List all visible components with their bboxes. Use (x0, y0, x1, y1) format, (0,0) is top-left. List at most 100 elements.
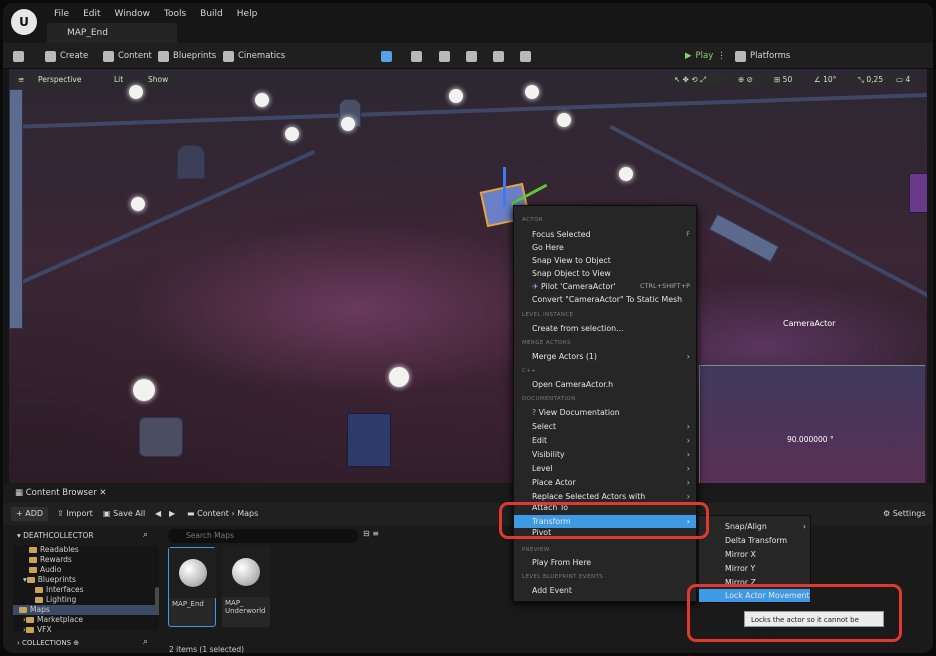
menu-item-place-actor[interactable]: Place Actor › (514, 476, 696, 489)
menu-item-focus-selected[interactable]: Focus Selected F (514, 228, 696, 241)
asset-tile-selected[interactable]: MAP_End (168, 547, 217, 627)
tree-item[interactable]: Interfaces (13, 585, 159, 595)
tree-item[interactable]: Rewards (13, 555, 159, 565)
menu-tools[interactable]: Tools (157, 7, 193, 21)
menu-window[interactable]: Window (108, 7, 158, 21)
point-light-icon[interactable] (285, 127, 299, 141)
level-viewport[interactable]: ≡ Perspective Lit Show ↖ ✥ ⟲ ⤢ ⊕ ⊘ ⊞ 50 … (9, 69, 927, 483)
viewport-menu-button[interactable]: ≡ (13, 73, 29, 86)
breadcrumb-content[interactable]: Content (197, 509, 229, 518)
add-button[interactable]: + ADD (11, 507, 49, 521)
collections-header[interactable]: › COLLECTIONS ⊕ (17, 639, 79, 647)
submenu-item-mirror-y[interactable]: Mirror Y (699, 562, 810, 575)
point-light-icon[interactable] (255, 93, 269, 107)
blueprints-button[interactable]: Blueprints (158, 49, 216, 63)
filter-icon[interactable]: ⊟ ≡ (363, 529, 379, 538)
collections-search-icon[interactable]: ⌕ (143, 637, 148, 647)
rotation-snap-label: 10° (823, 75, 837, 84)
tree-scrollbar[interactable] (155, 587, 159, 615)
camera-actor-label: CameraActor (783, 319, 836, 328)
menu-item-level[interactable]: Level › (514, 462, 696, 475)
fracture-mode-button[interactable] (520, 49, 531, 63)
rotation-snap-value[interactable]: ∠ 10° (809, 73, 842, 86)
save-all-button[interactable]: ▣ Save All (103, 507, 145, 521)
settings-button[interactable]: ⚙ Settings (883, 507, 926, 521)
history-forward-icon[interactable]: ▶ (169, 507, 175, 521)
menu-help[interactable]: Help (230, 7, 265, 21)
tree-item[interactable]: › VFX (13, 625, 159, 635)
cinematics-button[interactable]: Cinematics (223, 49, 285, 63)
menu-build[interactable]: Build (193, 7, 230, 21)
asset-tile[interactable]: MAP_ Underworld (222, 547, 270, 627)
menu-item-open-header[interactable]: Open CameraActor.h (514, 378, 696, 391)
content-browser-tab[interactable]: ▦ Content Browser ✕ (9, 485, 107, 501)
camera-speed-value[interactable]: ▭ 4 (891, 73, 916, 86)
landscape-mode-button[interactable] (411, 49, 422, 63)
actor-context-menu: ACTOR Focus Selected F Go Here Snap View … (513, 205, 697, 602)
select-mode-button[interactable] (381, 49, 392, 63)
menu-item-go-here[interactable]: Go Here (514, 241, 696, 254)
play-button[interactable]: ▶ Play ⋮ (685, 49, 726, 63)
modeling-mode-button[interactable] (493, 49, 504, 63)
folder-icon (26, 577, 35, 583)
menu-file[interactable]: File (47, 7, 76, 21)
map-tab[interactable]: MAP_End (47, 23, 177, 43)
submenu-item-snap-align[interactable]: Snap/Align › (699, 520, 810, 533)
lit-button[interactable]: Lit (109, 73, 129, 86)
point-light-icon[interactable] (449, 89, 463, 103)
coord-space-toggle[interactable]: ⊕ ⊘ (733, 73, 763, 86)
history-back-icon[interactable]: ◀ (155, 507, 161, 521)
create-button[interactable]: Create (45, 49, 88, 63)
show-button[interactable]: Show (143, 73, 174, 86)
menu-item-play-from-here[interactable]: Play From Here (514, 556, 696, 569)
play-options-icon[interactable]: ⋮ (717, 49, 726, 63)
tree-item[interactable]: › Marketplace (13, 615, 159, 625)
menu-item-add-event[interactable]: Add Event › (514, 584, 696, 597)
folder-icon (29, 567, 37, 573)
paint-mode-button[interactable] (466, 49, 477, 63)
gizmo-z-axis[interactable] (503, 167, 506, 207)
project-root[interactable]: ▾ DEATHCOLLECTOR (17, 531, 94, 540)
tree-item-selected[interactable]: Maps (13, 605, 159, 615)
menu-item-label: Visibility (532, 450, 565, 459)
submenu-item-mirror-x[interactable]: Mirror X (699, 548, 810, 561)
menu-item-label: Replace Selected Actors with (532, 492, 646, 501)
menu-item-convert[interactable]: Convert "CameraActor" To Static Mesh (514, 293, 696, 306)
menu-item-snap-object[interactable]: Snap Object to View (514, 267, 696, 280)
point-light-icon[interactable] (619, 167, 633, 181)
tree-item[interactable]: ▾ Blueprints (13, 575, 159, 585)
menu-item-view-documentation[interactable]: ? View Documentation (514, 406, 696, 419)
save-button[interactable] (13, 49, 24, 63)
menu-item-edit[interactable]: Edit › (514, 434, 696, 447)
grid-snap-value[interactable]: ⊞ 50 (769, 73, 798, 86)
tree-item[interactable]: Lighting (13, 595, 159, 605)
scale-snap-value[interactable]: ⤡ 0,25 (853, 73, 889, 86)
point-light-icon[interactable] (131, 197, 145, 211)
menu-edit[interactable]: Edit (76, 7, 107, 21)
menu-item-select[interactable]: Select › (514, 420, 696, 433)
content-button[interactable]: Content (103, 49, 152, 63)
platforms-button[interactable]: Platforms (735, 49, 790, 63)
point-light-icon[interactable] (525, 85, 539, 99)
menu-item-snap-view[interactable]: Snap View to Object (514, 254, 696, 267)
submenu-item-delta-transform[interactable]: Delta Transform (699, 534, 810, 547)
point-light-icon[interactable] (341, 117, 355, 131)
search-maps-input[interactable]: Search Maps (168, 529, 358, 543)
point-light-icon[interactable] (389, 367, 409, 387)
tree-item[interactable]: Readables (13, 545, 159, 555)
menu-item-merge-actors[interactable]: Merge Actors (1) › (514, 350, 696, 363)
menu-item-label: Place Actor (532, 478, 576, 487)
breadcrumb-maps[interactable]: Maps (237, 509, 258, 518)
point-light-icon[interactable] (129, 85, 143, 99)
point-light-icon[interactable] (557, 113, 571, 127)
menu-item-create-from-selection[interactable]: Create from selection... (514, 322, 696, 335)
menu-item-pilot[interactable]: ✈ Pilot 'CameraActor' CTRL+SHIFT+P (514, 280, 696, 293)
perspective-button[interactable]: Perspective (33, 73, 87, 86)
transform-tools[interactable]: ↖ ✥ ⟲ ⤢ (669, 73, 729, 86)
menu-item-visibility[interactable]: Visibility › (514, 448, 696, 461)
tree-item[interactable]: Audio (13, 565, 159, 575)
tree-search-icon[interactable]: ⌕ (143, 530, 148, 540)
foliage-mode-button[interactable] (439, 49, 450, 63)
point-light-icon[interactable] (133, 379, 155, 401)
import-button[interactable]: ⇪ Import (57, 507, 93, 521)
